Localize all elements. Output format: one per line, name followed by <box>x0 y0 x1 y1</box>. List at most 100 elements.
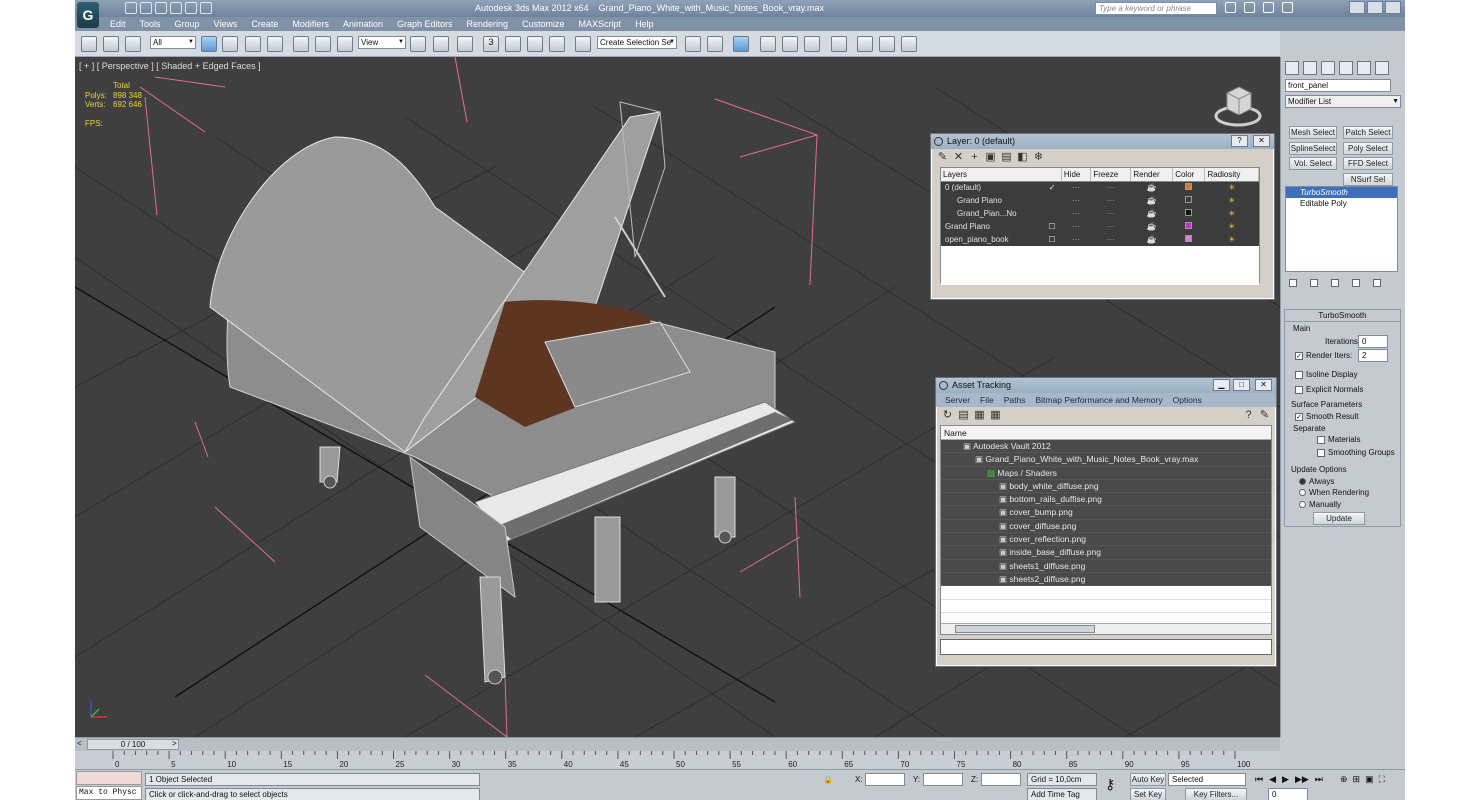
asset-name-column-header[interactable]: Name <box>941 426 1271 440</box>
refresh-icon[interactable]: ↻ <box>942 410 953 421</box>
spinner-snap-icon[interactable] <box>549 36 565 52</box>
scale-icon[interactable] <box>337 36 353 52</box>
lock-selection-icon[interactable]: 🔒 <box>823 775 833 784</box>
select-objects-icon[interactable]: ▣ <box>985 152 996 163</box>
show-end-result-icon[interactable] <box>1310 279 1318 287</box>
render-iters-spinner[interactable]: 2 <box>1358 349 1388 362</box>
piano-model[interactable] <box>209 101 797 685</box>
render-toggle[interactable]: ☕ <box>1130 233 1173 246</box>
object-name-field[interactable]: front_panel <box>1285 79 1391 92</box>
smooth-result-checkbox[interactable]: ✓ <box>1295 412 1303 421</box>
curve-editor-icon[interactable] <box>782 36 798 52</box>
redo-icon[interactable] <box>185 2 197 14</box>
pin-stack-icon[interactable] <box>1289 279 1297 287</box>
app-logo-button[interactable]: G <box>77 2 99 28</box>
add-to-layer-icon[interactable]: + <box>969 152 980 163</box>
layer-row[interactable]: open_piano_book ☐ ··· ··· ☕ ☀ <box>941 233 1259 246</box>
subscription-icon[interactable] <box>1244 2 1255 13</box>
undo-icon[interactable] <box>170 2 182 14</box>
layer-panel-titlebar[interactable]: Layer: 0 (default) ? ✕ <box>931 134 1274 149</box>
unlink-icon[interactable] <box>103 36 119 52</box>
asset-horizontal-scrollbar[interactable] <box>941 623 1271 634</box>
asset-menu-server[interactable]: Server <box>940 393 975 407</box>
smoothing-groups-checkbox[interactable] <box>1317 448 1325 457</box>
material-editor-icon[interactable] <box>831 36 847 52</box>
layer-col-radiosity[interactable]: Radiosity <box>1204 168 1259 182</box>
maxscript-mini-listener[interactable]: Max to Physc <box>76 786 142 800</box>
rect-region-icon[interactable] <box>245 36 261 52</box>
modset-nsurf-sel-button[interactable]: NSurf Sel <box>1343 173 1393 186</box>
keyboard-shortcut-icon[interactable] <box>457 36 473 52</box>
radiosity-icon[interactable]: ☀ <box>1204 207 1259 220</box>
link-icon[interactable] <box>81 36 97 52</box>
asset-row[interactable]: ▨ Maps / Shaders <box>941 466 1271 480</box>
layer-close-button[interactable]: ✕ <box>1253 135 1270 147</box>
render-iters-checkbox[interactable]: ✓ <box>1295 351 1303 360</box>
table-view-icon[interactable]: ▦ <box>990 410 1001 421</box>
update-button[interactable]: Update <box>1313 512 1365 525</box>
prev-frame-icon[interactable]: < <box>77 739 85 750</box>
asset-options-icon[interactable]: ✎ <box>1259 410 1270 421</box>
key-filters-button[interactable]: Key Filters... <box>1185 788 1247 800</box>
viewcube-icon[interactable] <box>1213 81 1263 131</box>
radiosity-icon[interactable]: ☀ <box>1204 181 1259 194</box>
ref-coord-dropdown[interactable]: View <box>358 36 406 49</box>
asset-minimize-button[interactable]: ▁ <box>1213 379 1230 391</box>
make-unique-icon[interactable] <box>1331 279 1339 287</box>
motion-tab-icon[interactable] <box>1339 61 1353 75</box>
asset-menu-file[interactable]: File <box>975 393 999 407</box>
remove-modifier-icon[interactable] <box>1352 279 1360 287</box>
menu-views[interactable]: Views <box>207 17 245 31</box>
create-layer-icon[interactable]: ✎ <box>937 152 948 163</box>
manually-radio[interactable] <box>1299 501 1306 509</box>
radiosity-icon[interactable]: ☀ <box>1204 233 1259 246</box>
go-start-icon[interactable]: ⏮ <box>1255 774 1263 785</box>
modifier-list-dropdown[interactable]: Modifier List ▼ <box>1285 95 1401 108</box>
menu-maxscript[interactable]: MAXScript <box>572 17 629 31</box>
graphite-ribbon-icon[interactable] <box>760 36 776 52</box>
layer-col-freeze[interactable]: Freeze <box>1090 168 1132 182</box>
render-toggle[interactable]: ☕ <box>1130 194 1173 207</box>
current-layer-check[interactable]: ☐ <box>1048 222 1055 231</box>
stack-item-turbosmooth[interactable]: TurboSmooth <box>1286 187 1397 198</box>
hide-toggle[interactable]: ··· <box>1061 233 1091 246</box>
window-crossing-icon[interactable] <box>267 36 283 52</box>
perspective-viewport[interactable]: [ + ] [ Perspective ] [ Shaded + Edged F… <box>75 57 1280 737</box>
render-toggle[interactable]: ☕ <box>1130 207 1173 220</box>
configure-sets-icon[interactable] <box>1373 279 1381 287</box>
when-rendering-radio[interactable] <box>1299 489 1306 497</box>
layer-row[interactable]: Grand_Pian...No ··· ··· ☕ ☀ <box>941 207 1259 220</box>
turbosmooth-rollout-title[interactable]: TurboSmooth <box>1285 310 1400 322</box>
layer-col-hide[interactable]: Hide <box>1061 168 1092 182</box>
menu-customize[interactable]: Customize <box>515 17 572 31</box>
asset-menu-paths[interactable]: Paths <box>999 393 1031 407</box>
layer-color-swatch[interactable] <box>1185 196 1193 203</box>
save-icon[interactable] <box>155 2 167 14</box>
bind-spacewarp-icon[interactable] <box>125 36 141 52</box>
minimize-button[interactable] <box>1349 1 1365 14</box>
menu-help[interactable]: Help <box>628 17 661 31</box>
y-coord-field[interactable] <box>923 773 963 786</box>
display-tab-icon[interactable] <box>1357 61 1371 75</box>
project-folder-icon[interactable] <box>200 2 212 14</box>
layer-help-button[interactable]: ? <box>1231 135 1248 147</box>
freeze-toggle[interactable]: ··· <box>1090 207 1131 220</box>
asset-row[interactable]: ▣ body_white_diffuse.png <box>941 479 1271 494</box>
render-production-icon[interactable] <box>901 36 917 52</box>
play-icon[interactable]: ▶ <box>1282 774 1289 785</box>
menu-edit[interactable]: Edit <box>103 17 133 31</box>
help-search-input[interactable]: Type a keyword or phrase <box>1095 2 1217 15</box>
modify-tab-icon[interactable] <box>1303 61 1317 75</box>
maxscript-listener-red[interactable] <box>76 771 142 785</box>
layer-col-render[interactable]: Render <box>1130 168 1174 182</box>
selection-filter-dropdown[interactable]: All <box>150 36 196 49</box>
layer-col-color[interactable]: Color <box>1172 168 1206 182</box>
edit-named-selection-icon[interactable] <box>575 36 591 52</box>
iterations-spinner[interactable]: 0 <box>1358 335 1388 348</box>
hide-toggle[interactable]: ··· <box>1061 194 1091 207</box>
layer-row[interactable]: 0 (default) ✓ ··· ··· ☕ ☀ <box>941 181 1259 194</box>
asset-row[interactable]: ▣ inside_base_diffuse.png <box>941 546 1271 560</box>
hide-toggle[interactable]: ··· <box>1061 220 1091 233</box>
asset-maximize-button[interactable]: □ <box>1233 379 1250 391</box>
freeze-toggle[interactable]: ··· <box>1090 233 1131 246</box>
